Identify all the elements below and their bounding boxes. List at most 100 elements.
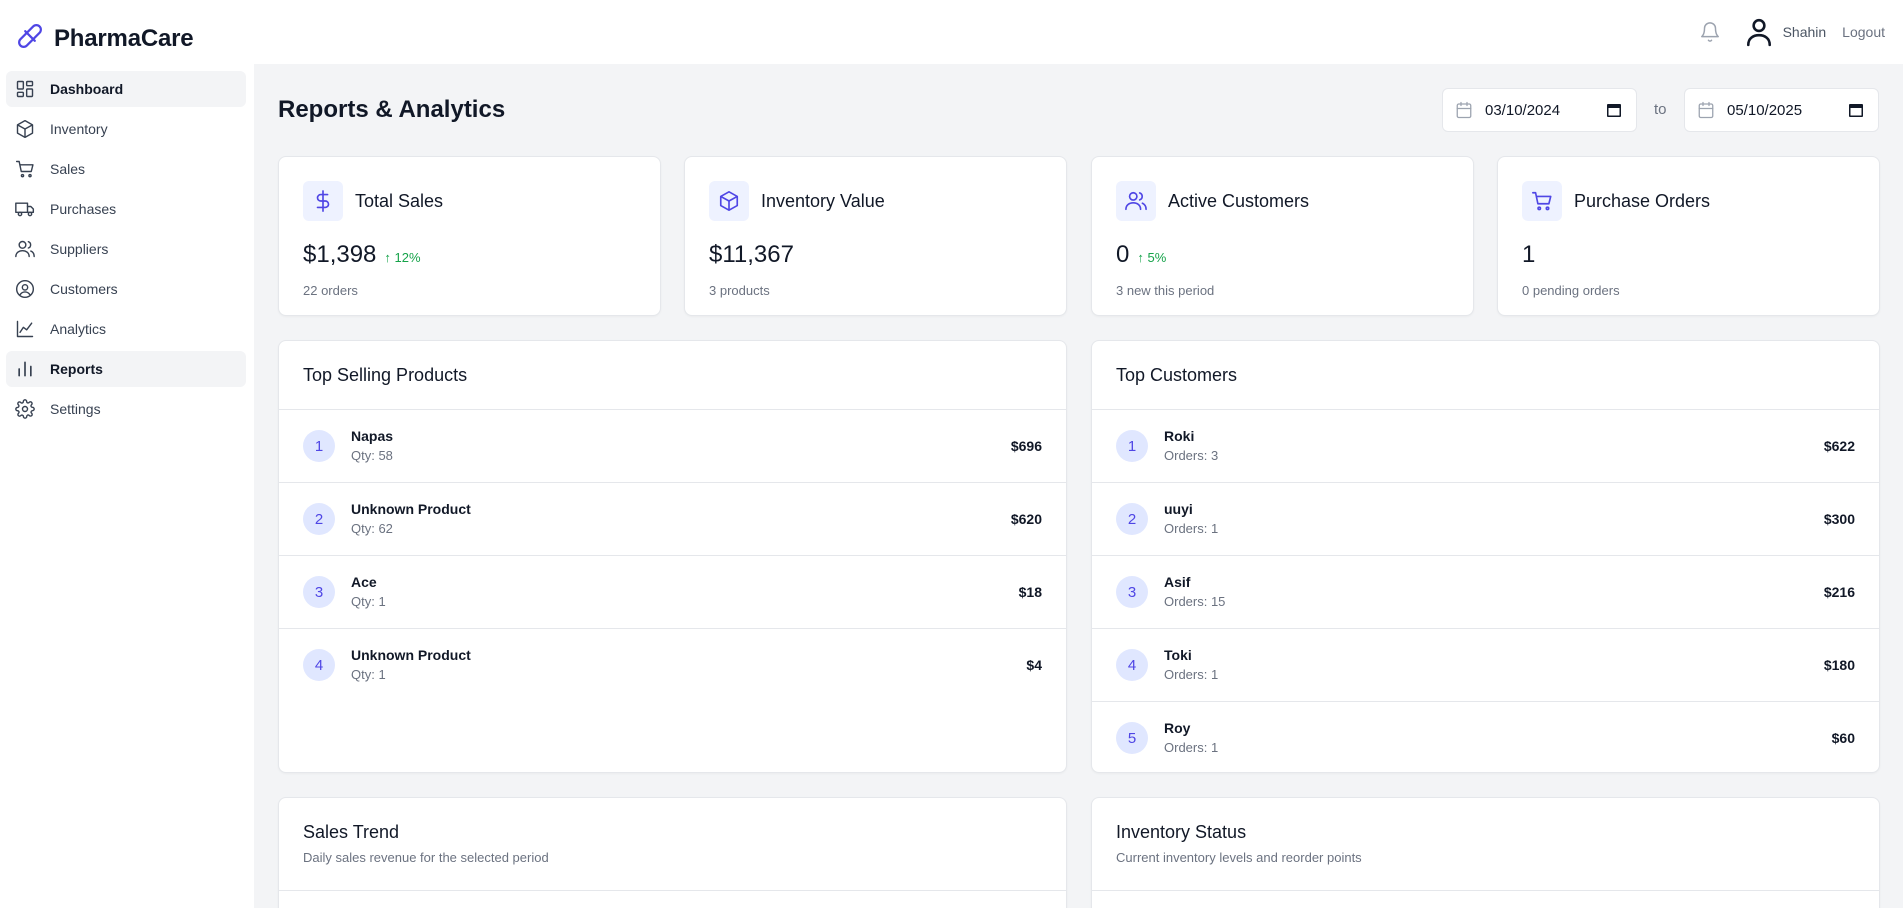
stat-value: $1,398 [303,241,377,268]
customer-orders: Orders: 15 [1164,594,1226,609]
customer-amount: $60 [1831,730,1855,746]
users-icon [1116,181,1156,221]
product-name: Ace [351,574,377,590]
users-icon [15,240,35,258]
top-customers-panel: Top Customers 1 Roki Orders: 3 $622 2 uu… [1091,340,1880,773]
stat-value: 1 [1522,241,1536,268]
brand-name: PharmaCare [54,24,194,52]
stat-title: Inventory Value [761,191,885,211]
sidebar-item-label: Dashboard [50,81,124,97]
customer-row[interactable]: 1 Roki Orders: 3 $622 [1092,409,1879,482]
user-circle-icon [15,279,35,299]
stat-card-total-sales: Total Sales $1,398 ↑ 12% 22 orders [278,156,661,316]
panel-title: Inventory Status [1116,822,1247,842]
stat-value-row: $1,398 ↑ 12% [303,241,421,269]
date-range-to-label: to [1654,101,1667,118]
sidebar-item-customers[interactable]: Customers [6,271,246,307]
customer-orders: Orders: 1 [1164,740,1219,755]
customer-row[interactable]: 3 Asif Orders: 15 $216 [1092,555,1879,628]
product-row[interactable]: 4 Unknown Product Qty: 1 $4 [279,628,1066,701]
date-to-value: 05/10/2025 [1727,101,1803,119]
sidebar-item-label: Suppliers [50,241,109,257]
user-avatar-icon[interactable] [1745,16,1773,48]
divider [279,890,1066,891]
product-row[interactable]: 2 Unknown Product Qty: 62 $620 [279,482,1066,555]
stat-subtext: 0 pending orders [1522,283,1620,298]
customer-orders: Orders: 3 [1164,448,1219,463]
date-picker-icon[interactable] [1848,102,1864,118]
product-row[interactable]: 3 Ace Qty: 1 $18 [279,555,1066,628]
date-from-input[interactable]: 03/10/2024 [1442,88,1637,132]
sidebar-item-dashboard[interactable]: Dashboard [6,71,246,107]
sidebar-item-label: Inventory [50,121,108,137]
product-amount: $18 [1018,584,1042,600]
stat-title: Purchase Orders [1574,191,1711,211]
calendar-icon [1456,101,1472,119]
box-icon [709,181,749,221]
product-qty: Qty: 1 [351,667,386,682]
logout-link[interactable]: Logout [1842,24,1885,40]
inventory-status-panel: Inventory Status Current inventory level… [1091,797,1880,908]
customer-orders: Orders: 1 [1164,521,1219,536]
product-qty: Qty: 62 [351,521,393,536]
stat-value: 0 [1116,241,1130,268]
customer-name: uuyi [1164,501,1193,517]
panel-subtitle: Current inventory levels and reorder poi… [1116,850,1362,865]
stat-title: Active Customers [1168,191,1310,211]
dollar-icon [303,181,343,221]
cart-icon [1522,181,1562,221]
top-header: PharmaCare Shahin Logout [0,0,1903,64]
rank-badge: 2 [1116,503,1148,535]
customer-amount: $216 [1823,584,1855,600]
calendar-icon [1698,101,1714,119]
panel-title: Top Selling Products [303,365,468,385]
sidebar-item-settings[interactable]: Settings [6,391,246,427]
stat-subtext: 22 orders [303,283,358,298]
customer-amount: $300 [1823,511,1855,527]
sidebar-item-analytics[interactable]: Analytics [6,311,246,347]
sidebar-item-label: Reports [50,361,103,377]
top-selling-products-panel: Top Selling Products 1 Napas Qty: 58 $69… [278,340,1067,773]
rank-badge: 5 [1116,722,1148,754]
stat-card-inventory-value: Inventory Value $11,367 3 products [684,156,1067,316]
rank-badge: 3 [303,576,335,608]
brand[interactable]: PharmaCare [14,20,194,57]
customer-row[interactable]: 2 uuyi Orders: 1 $300 [1092,482,1879,555]
stat-value: $11,367 [709,241,794,268]
customer-name: Asif [1164,574,1191,590]
product-row[interactable]: 1 Napas Qty: 58 $696 [279,409,1066,482]
product-name: Unknown Product [351,501,471,517]
sales-trend-panel: Sales Trend Daily sales revenue for the … [278,797,1067,908]
truck-icon [15,202,35,217]
notification-bell-icon[interactable] [1697,19,1723,45]
page-title: Reports & Analytics [278,96,506,123]
customer-row[interactable]: 5 Roy Orders: 1 $60 [1092,701,1879,774]
line-chart-icon [16,320,34,338]
stat-value-row: 1 [1522,241,1535,269]
rank-badge: 4 [1116,649,1148,681]
stat-change: ↑ 12% [384,250,421,265]
customer-amount: $180 [1823,657,1855,673]
sidebar-item-purchases[interactable]: Purchases [6,191,246,227]
sidebar-item-label: Analytics [50,321,107,337]
divider [1092,890,1879,891]
stat-value-row: $11,367 [709,241,794,269]
date-from-value: 03/10/2024 [1485,101,1561,119]
sidebar-item-label: Purchases [50,201,117,217]
sidebar-item-label: Settings [50,401,101,417]
sidebar-item-reports[interactable]: Reports [6,351,246,387]
sidebar-item-sales[interactable]: Sales [6,151,246,187]
customer-amount: $622 [1823,438,1855,454]
bar-chart-icon [18,361,32,377]
date-picker-icon[interactable] [1606,102,1622,118]
dashboard-icon [16,80,34,98]
gear-icon [15,399,35,419]
customer-row[interactable]: 4 Toki Orders: 1 $180 [1092,628,1879,701]
rank-badge: 4 [303,649,335,681]
panel-title: Top Customers [1116,365,1238,385]
sidebar-item-inventory[interactable]: Inventory [6,111,246,147]
date-to-input[interactable]: 05/10/2025 [1684,88,1879,132]
rank-badge: 3 [1116,576,1148,608]
sidebar-item-suppliers[interactable]: Suppliers [6,231,246,267]
product-amount: $696 [1010,438,1042,454]
